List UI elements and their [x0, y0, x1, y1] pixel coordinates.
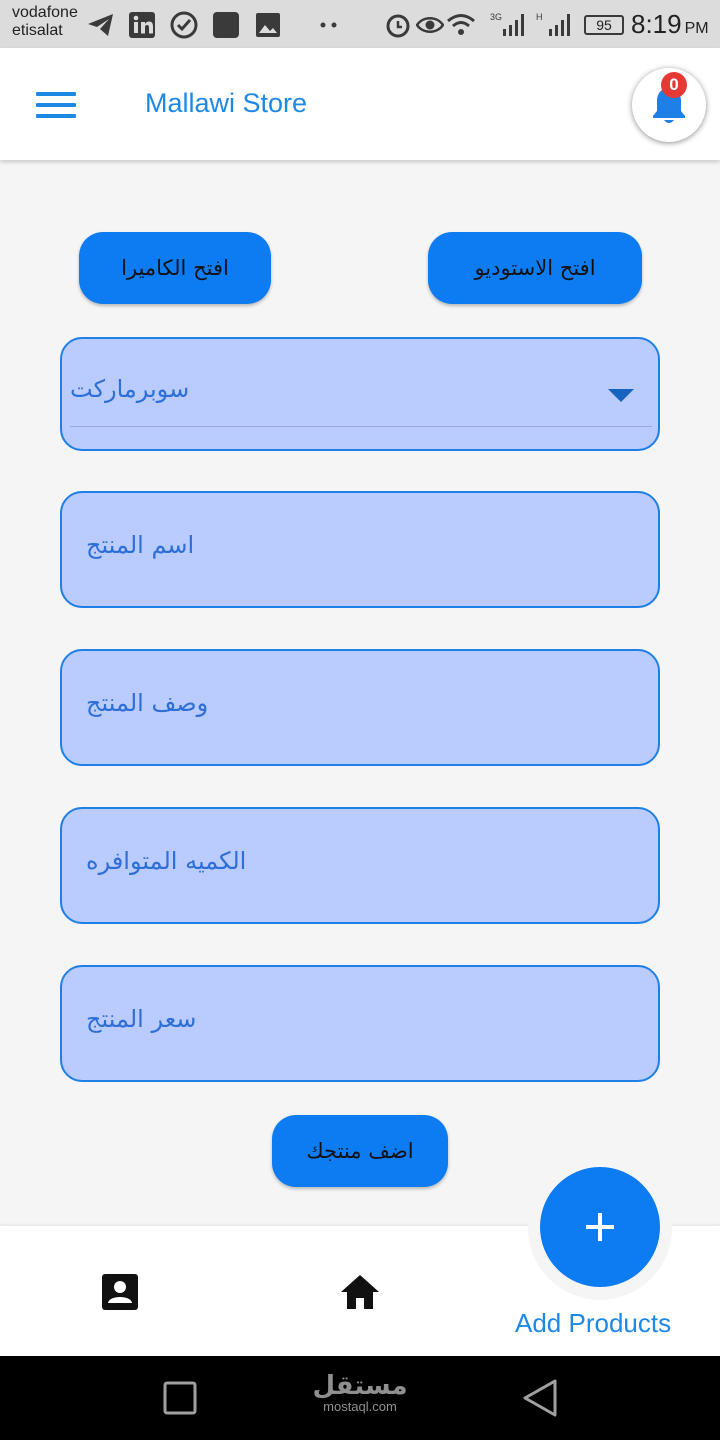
square-icon	[163, 1381, 197, 1415]
telegram-icon	[86, 12, 116, 38]
network-type-label: H	[536, 12, 543, 22]
check-icon	[170, 11, 198, 39]
status-bar: vodafone etisalat 3G H 95 8:19 PM	[0, 0, 720, 48]
dropdown-arrow-icon	[608, 389, 634, 402]
signal-icon: H	[534, 12, 574, 38]
linkedin-icon	[128, 12, 156, 38]
carrier-names: vodafone etisalat	[12, 4, 78, 40]
watermark-logo: مستقل	[312, 1371, 408, 1401]
app-icon	[212, 12, 240, 38]
notifications-button[interactable]: 0	[632, 68, 706, 142]
signal-icon: 3G	[488, 12, 528, 38]
watermark-domain: mostaql.com	[323, 1399, 397, 1414]
system-navigation-bar: مستقل mostaql.com	[0, 1356, 720, 1440]
product-description-field[interactable]: وصف المنتج	[60, 649, 660, 766]
eye-icon	[416, 12, 444, 38]
network-type-label: 3G	[490, 12, 503, 22]
product-name-field[interactable]: اسم المنتج	[60, 491, 660, 608]
triangle-back-icon	[523, 1379, 557, 1417]
notification-badge: 0	[661, 72, 687, 98]
profile-icon	[102, 1274, 138, 1310]
menu-icon[interactable]	[34, 88, 78, 122]
app-title: Mallawi Store	[145, 88, 308, 118]
nav-profile[interactable]	[96, 1268, 144, 1316]
dots-icon	[316, 12, 342, 38]
app-bar: Mallawi Store 0	[0, 48, 720, 160]
clock: 8:19 PM	[631, 9, 709, 40]
wifi-icon	[446, 12, 476, 38]
add-products-label[interactable]: Add Products	[515, 1308, 671, 1339]
battery-level: 95	[596, 17, 612, 33]
plus-icon	[586, 1213, 614, 1241]
product-price-field[interactable]: سعر المنتج	[60, 965, 660, 1082]
open-studio-button[interactable]: افتح الاستوديو	[428, 232, 642, 304]
available-quantity-placeholder: الكميه المتوافره	[86, 847, 247, 875]
back-button[interactable]	[520, 1376, 560, 1420]
available-quantity-field[interactable]: الكميه المتوافره	[60, 807, 660, 924]
carrier-line-1: vodafone	[12, 4, 78, 21]
category-dropdown[interactable]: سوبرماركت	[60, 337, 660, 451]
category-dropdown-value: سوبرماركت	[70, 375, 190, 403]
clock-time: 8:19	[631, 9, 682, 39]
product-name-placeholder: اسم المنتج	[86, 531, 195, 559]
nav-home[interactable]	[336, 1268, 384, 1316]
home-icon	[341, 1275, 379, 1309]
clock-ampm: PM	[684, 20, 709, 37]
add-product-button[interactable]: اضف منتجك	[272, 1115, 448, 1187]
carrier-line-2: etisalat	[12, 22, 63, 39]
battery-icon: 95	[582, 12, 626, 38]
product-description-placeholder: وصف المنتج	[86, 689, 209, 717]
recents-button[interactable]	[160, 1378, 200, 1418]
product-price-placeholder: سعر المنتج	[86, 1005, 197, 1033]
gallery-icon	[254, 12, 282, 38]
alarm-icon	[384, 12, 412, 38]
add-products-fab[interactable]	[540, 1167, 660, 1287]
watermark: مستقل mostaql.com	[312, 1372, 408, 1414]
open-camera-button[interactable]: افتح الكاميرا	[79, 232, 271, 304]
dropdown-underline	[70, 426, 652, 427]
